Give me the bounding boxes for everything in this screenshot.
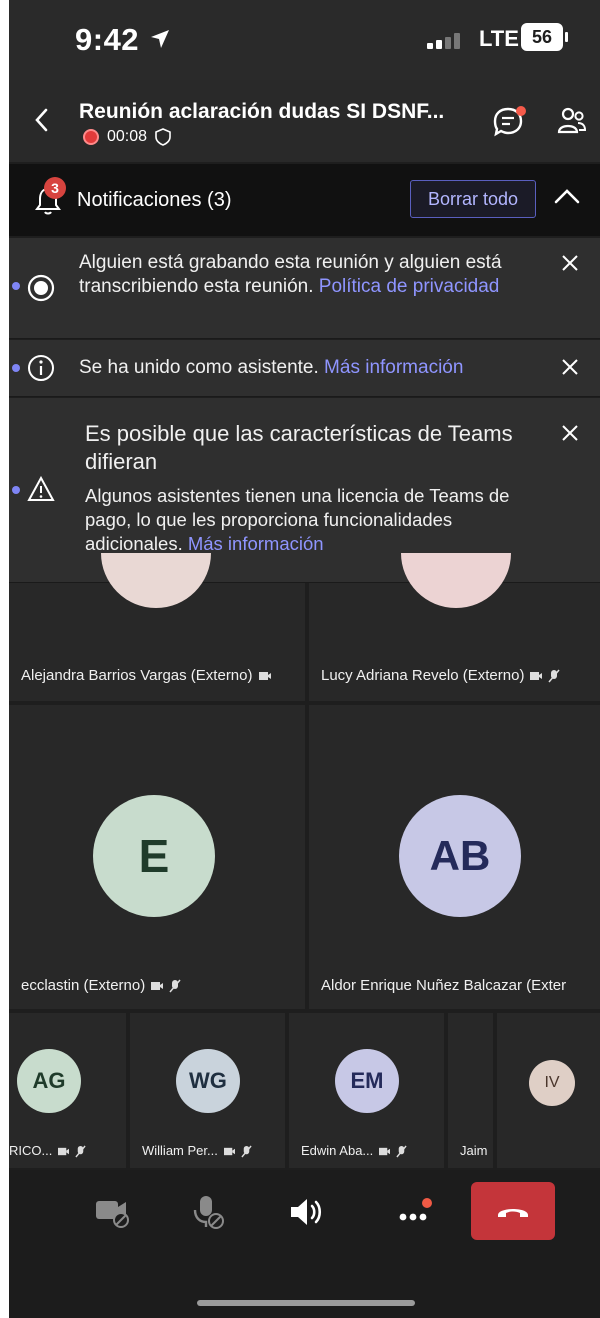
more-options-button[interactable]	[375, 1172, 455, 1252]
participant-grid: Alejandra Barrios Vargas (Externo) Lucy …	[9, 553, 600, 1168]
location-arrow-icon	[151, 30, 169, 48]
avatar: E	[93, 795, 215, 917]
participant-tile[interactable]: Lucy Adriana Revelo (Externo)	[309, 553, 600, 701]
status-bar: 9:42 LTE 56	[9, 0, 600, 80]
avatar: WG	[176, 1049, 240, 1113]
notification-license: Es posible que las características de Te…	[9, 398, 600, 583]
network-type: LTE	[479, 26, 519, 51]
phone-screen: 9:42 LTE 56 Reunión aclaración dudas SI …	[9, 0, 600, 1318]
participant-tile[interactable]: WG William Per...	[130, 1013, 285, 1168]
avatar-initials: WG	[189, 1068, 227, 1093]
participant-tile[interactable]: Jaim	[448, 1013, 493, 1168]
participant-name: Aldor Enrique Nuñez Balcazar (Exter	[321, 977, 567, 994]
participant-name: ecclastin (Externo)	[21, 977, 146, 994]
camera-off-icon	[96, 1201, 129, 1228]
avatar: AB	[399, 795, 521, 917]
mic-off-icon	[548, 669, 561, 683]
recording-status: 00:08	[83, 128, 171, 146]
participants-icon[interactable]	[557, 106, 587, 136]
avatar-initials: AG	[32, 1068, 66, 1093]
notification-count-badge: 3	[44, 177, 66, 199]
mic-off-icon	[193, 1196, 224, 1229]
camera-off-icon	[58, 1147, 70, 1156]
chat-unread-dot	[516, 106, 526, 116]
info-icon	[28, 355, 54, 381]
mic-off-icon	[169, 979, 181, 993]
notification-title: Es posible que las características de Te…	[85, 421, 513, 474]
record-icon	[27, 274, 55, 302]
notification-recording: Alguien está grabando esta reunión y alg…	[9, 238, 600, 339]
unread-dot	[12, 364, 20, 372]
hang-up-button[interactable]	[471, 1182, 555, 1240]
battery-indicator: 56	[521, 23, 568, 51]
notification-joined: Se ha unido como asistente. Más informac…	[9, 340, 600, 397]
close-icon[interactable]	[561, 424, 579, 442]
clear-all-button[interactable]: Borrar todo	[410, 180, 536, 218]
participant-tile[interactable]: AB Aldor Enrique Nuñez Balcazar (Exter	[309, 705, 600, 1009]
more-info-link[interactable]: Más información	[324, 357, 463, 378]
speaker-button[interactable]	[267, 1172, 347, 1252]
mic-toggle-button[interactable]	[169, 1172, 249, 1252]
participant-tile[interactable]: Alejandra Barrios Vargas (Externo)	[9, 553, 305, 701]
unread-dot	[12, 282, 20, 290]
avatar	[101, 553, 211, 608]
meeting-header: Reunión aclaración dudas SI DSNF... 00:0…	[9, 80, 600, 162]
shield-icon	[155, 128, 171, 146]
avatar	[401, 553, 511, 608]
notifications-header: 3 Notificaciones (3) Borrar todo	[9, 164, 600, 236]
chevron-up-icon[interactable]	[554, 188, 580, 204]
avatar-initials: EM	[350, 1068, 384, 1093]
privacy-policy-link[interactable]: Política de privacidad	[319, 276, 500, 297]
phone-hangup-icon	[498, 1209, 528, 1217]
mic-off-icon	[75, 1145, 86, 1158]
participant-tile[interactable]: AG RICO...	[9, 1013, 126, 1168]
warning-icon	[27, 476, 55, 501]
participant-name: Edwin Aba...	[301, 1143, 374, 1158]
participant-name: RICO...	[9, 1143, 53, 1158]
participant-name: William Per...	[142, 1143, 218, 1158]
mic-off-icon	[396, 1145, 407, 1158]
recording-time: 00:08	[107, 128, 148, 145]
meeting-title: Reunión aclaración dudas SI DSNF...	[79, 100, 445, 123]
back-chevron-icon[interactable]	[34, 108, 48, 132]
participant-tile[interactable]: E ecclastin (Externo)	[9, 705, 305, 1009]
mic-off-icon	[241, 1145, 252, 1158]
avatar: IV	[529, 1060, 575, 1106]
recording-dot-icon	[83, 129, 99, 145]
camera-off-icon	[151, 982, 164, 991]
avatar: EM	[335, 1049, 399, 1113]
speaker-icon	[291, 1199, 322, 1225]
notifications-title: Notificaciones (3)	[77, 189, 232, 211]
signal-icon	[427, 33, 460, 49]
camera-off-icon	[223, 1147, 235, 1156]
call-controls	[9, 1170, 600, 1318]
participant-name: Jaim	[460, 1143, 488, 1158]
unread-dot	[12, 486, 20, 494]
avatar-initials: IV	[544, 1074, 560, 1091]
participant-tile[interactable]: IV	[497, 1013, 600, 1168]
more-dots-icon	[399, 1198, 432, 1221]
camera-toggle-button[interactable]	[73, 1172, 153, 1252]
camera-off-icon	[258, 672, 271, 681]
avatar-initials: E	[138, 830, 170, 882]
participant-name: Alejandra Barrios Vargas (Externo)	[21, 667, 253, 684]
camera-off-icon	[530, 672, 543, 681]
participant-tile[interactable]: EM Edwin Aba...	[289, 1013, 444, 1168]
avatar: AG	[17, 1049, 81, 1113]
notification-text: Se ha unido como asistente.	[79, 357, 319, 378]
home-indicator[interactable]	[197, 1300, 415, 1306]
status-time: 9:42	[75, 22, 140, 57]
camera-off-icon	[379, 1147, 391, 1156]
close-icon[interactable]	[561, 254, 579, 272]
more-info-link[interactable]: Más información	[188, 533, 324, 554]
participant-name: Lucy Adriana Revelo (Externo)	[321, 667, 525, 684]
close-icon[interactable]	[561, 358, 579, 376]
avatar-initials: AB	[429, 832, 491, 879]
